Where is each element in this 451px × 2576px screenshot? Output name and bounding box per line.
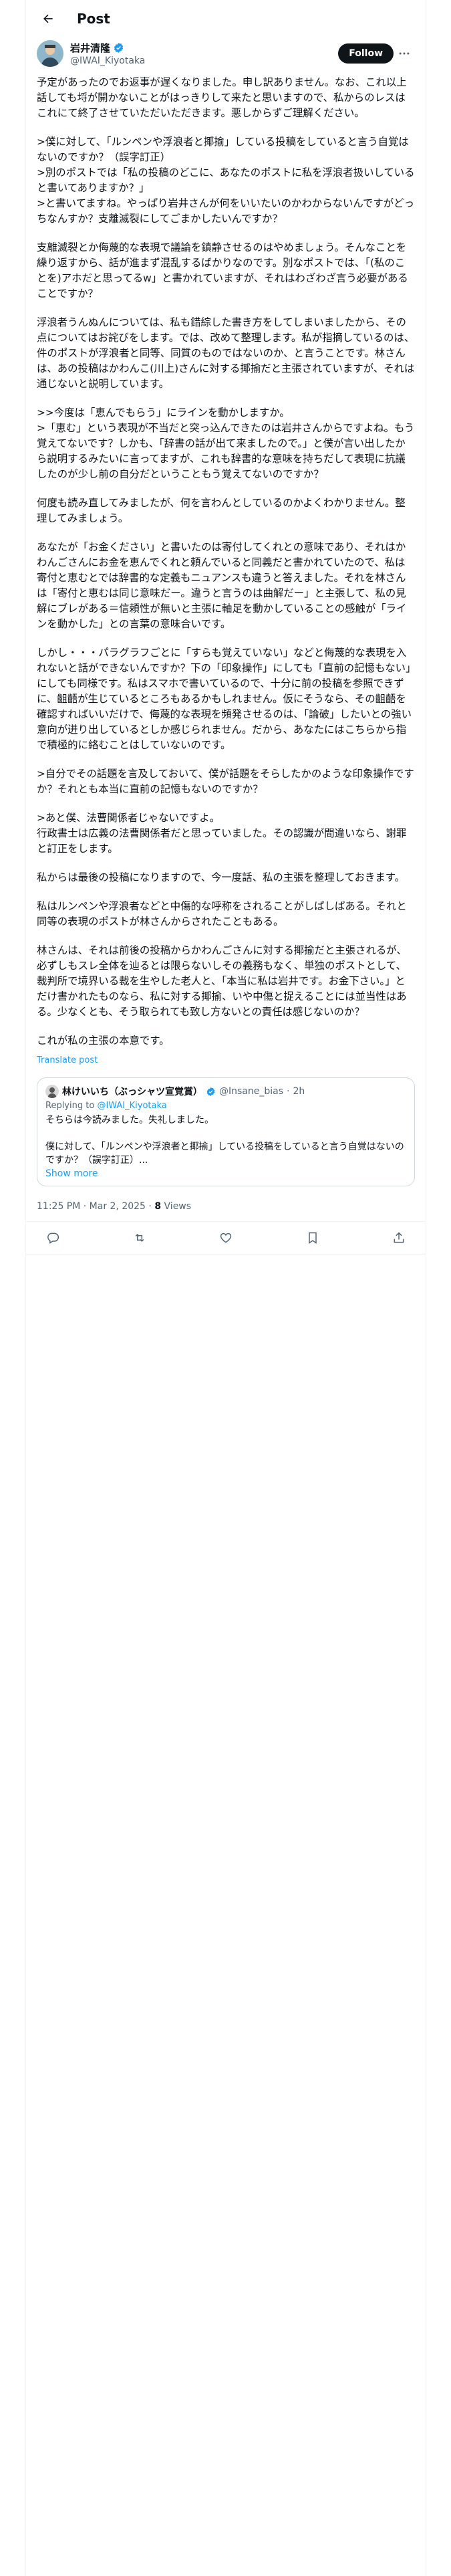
post-paragraph: >僕に対して、「ルンペンや浮浪者と揶揄」している投稿をしていると言う自覚はないの…: [37, 136, 415, 225]
quoted-text: そちらは今読みました。失礼しました。 僕に対して、「ルンペンや浮浪者と揶揄」して…: [45, 1115, 404, 1166]
repost-icon[interactable]: [132, 1230, 148, 1246]
replying-prefix: Replying to: [45, 1101, 98, 1111]
post-meta: 11:25 PM · Mar 2, 2025 · 8 Views: [26, 1186, 426, 1222]
translate-post-link[interactable]: Translate post: [37, 1053, 415, 1068]
post-paragraph: 予定があったのでお返事が遅くなりました。申し訳ありません。なお、これ以上話しても…: [37, 76, 407, 119]
post-paragraph: 浮浪者うんぬんについては、私も錯綜した書き方をしてしまいましたから、その点につい…: [37, 316, 415, 390]
post-paragraph: あなたが「お金ください」と書いたのは寄付してくれとの意味であり、それはかわんごさ…: [37, 541, 407, 630]
follow-button[interactable]: Follow: [338, 43, 394, 64]
quoted-author-name: 林けいいち（ぶっシャツ宣覚賞）: [62, 1087, 202, 1097]
separator-dot: ·: [287, 1086, 290, 1097]
post-paragraph: >自分でその話題を言及しておいて、僕が話題をそらしたかのような印象操作ですか？そ…: [37, 768, 414, 795]
page-title: Post: [77, 11, 110, 27]
post-paragraph: 林さんは、それは前後の投稿からかわんごさんに対する揶揄だと主張されるが、必ずしも…: [37, 944, 407, 1018]
reply-icon[interactable]: [45, 1230, 61, 1246]
post-paragraph: 私はルンペンや浮浪者などと中傷的な呼称をされることがしばしばある。それと同等の表…: [37, 900, 407, 928]
replying-to: Replying to @IWAI_Kiyotaka: [45, 1101, 406, 1111]
show-more-link[interactable]: Show more: [45, 1168, 406, 1179]
more-icon[interactable]: [398, 47, 415, 60]
quoted-time: 2h: [293, 1086, 305, 1097]
replying-handle[interactable]: @IWAI_Kiyotaka: [97, 1101, 166, 1111]
post-paragraph: >あと僕、法曹関係者じゃないですよ。 行政書士は広義の法曹関係者だと思っていまし…: [37, 812, 407, 855]
author-names: 岩井清隆 @IWAI_Kiyotaka: [70, 41, 338, 66]
post-timestamp[interactable]: 11:25 PM · Mar 2, 2025: [37, 1201, 146, 1212]
post-paragraph: 支離滅裂とか侮蔑的な表現で議論を鎮静させるのはやめましょう。そんなことを繰り返す…: [37, 241, 408, 300]
quoted-post-header: 林けいいち（ぶっシャツ宣覚賞） @Insane_bias · 2h: [45, 1085, 406, 1098]
share-icon[interactable]: [391, 1230, 407, 1246]
avatar[interactable]: [37, 40, 63, 67]
quoted-author-handle: @Insane_bias: [219, 1086, 284, 1097]
post-body: 予定があったのでお返事が遅くなりました。申し訳ありません。なお、これ以上話しても…: [26, 67, 426, 1068]
verified-badge-icon: [206, 1087, 216, 1097]
main-column: Post 岩井清隆 @IWAI_Kiyotaka Follow 予定があったので…: [25, 0, 426, 2576]
verified-badge-icon: [113, 42, 124, 53]
post-paragraph: これが私の主張の本意です。: [37, 1035, 170, 1047]
page: Post 岩井清隆 @IWAI_Kiyotaka Follow 予定があったので…: [0, 0, 451, 2576]
author-handle[interactable]: @IWAI_Kiyotaka: [70, 56, 338, 66]
author-name[interactable]: 岩井清隆: [70, 41, 110, 55]
action-bar: [26, 1222, 426, 1255]
quoted-avatar: [45, 1085, 59, 1098]
like-icon[interactable]: [218, 1230, 234, 1246]
views-label: Views: [164, 1201, 192, 1212]
post-paragraph: 私からは最後の投稿になりますので、今一度話、私の主張を整理しておきます。: [37, 871, 405, 883]
post-paragraph: しかし・・・パラグラフごとに「すらも覚えていない」などと侮蔑的な表現を入れないと…: [37, 647, 412, 751]
post-author: 岩井清隆 @IWAI_Kiyotaka Follow: [26, 37, 426, 67]
top-bar: Post: [26, 0, 426, 37]
bookmark-icon[interactable]: [305, 1230, 321, 1246]
views-count: 8: [154, 1201, 162, 1212]
quoted-post[interactable]: 林けいいち（ぶっシャツ宣覚賞） @Insane_bias · 2h Replyi…: [37, 1077, 415, 1186]
back-arrow-icon[interactable]: [37, 7, 59, 30]
post-paragraph: 何度も読み直してみましたが、何を言わんとしているのかよくわかりません。整理してみ…: [37, 497, 406, 524]
post-paragraph: >>今度は「恵んでもらう」にラインを動かしますか。 >「恵む」という表現が不当だ…: [37, 407, 415, 480]
